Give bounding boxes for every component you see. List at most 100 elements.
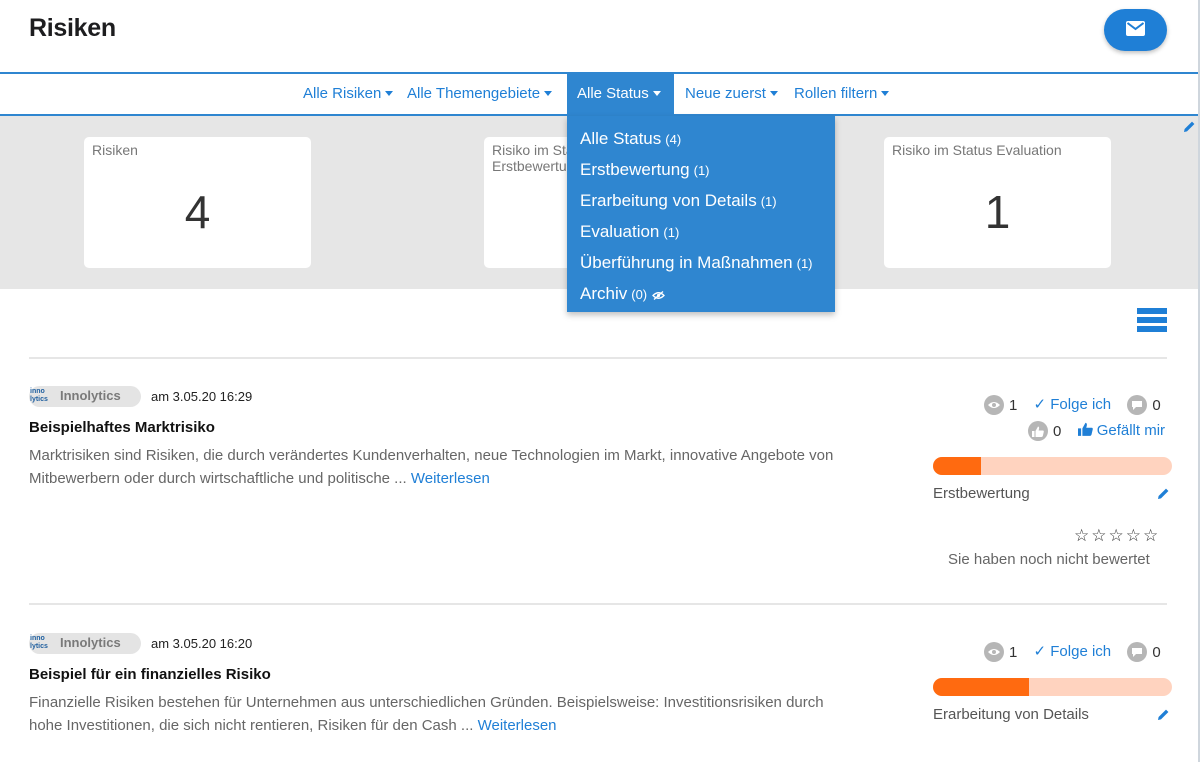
views-count: 1 <box>1009 643 1018 661</box>
stat-card-risiken: Risiken 4 <box>84 137 311 268</box>
rating-note: Sie haben noch nicht bewertet <box>948 551 1150 568</box>
follow-label: Folge ich <box>1050 643 1112 660</box>
filter-themengebiete[interactable]: Alle Themengebiete <box>407 74 553 114</box>
dropdown-item-count: (1) <box>693 163 710 178</box>
stat-value: 4 <box>184 186 211 238</box>
dropdown-item-label: Archiv <box>580 284 628 303</box>
list-bar <box>1137 317 1167 323</box>
mail-button[interactable] <box>1104 9 1167 51</box>
entry-likes-row: 0 Gefällt mir <box>1028 421 1165 443</box>
entry-stats-row: 1 ✓ Folge ich 0 <box>984 395 1161 417</box>
entry-stats-row: 1 ✓ Folge ich 0 <box>984 642 1161 664</box>
dropdown-item-count: (1) <box>663 225 680 240</box>
stat-value: 1 <box>984 186 1011 238</box>
entry-date: am 3.05.20 16:20 <box>151 636 253 651</box>
filter-bar: Alle Risiken Alle Themengebiete Alle Sta… <box>0 72 1198 116</box>
like-button[interactable]: Gefällt mir <box>1077 421 1166 439</box>
caret-down-icon <box>881 91 890 96</box>
author-name: Innolytics <box>60 635 121 650</box>
dropdown-item-count: (4) <box>665 132 682 147</box>
filter-sort[interactable]: Neue zuerst <box>685 74 778 114</box>
hidden-eye-icon <box>651 291 665 300</box>
author-tag[interactable]: inno lytics Innolytics <box>29 633 141 654</box>
page-title: Risiken <box>29 14 116 42</box>
filter-label: Rollen filtern <box>794 85 878 102</box>
filter-alle-risiken[interactable]: Alle Risiken <box>303 74 394 114</box>
thumbs-up-icon <box>1028 421 1048 441</box>
dropdown-item-alle-status[interactable]: Alle Status (4) <box>567 123 835 154</box>
author-tag[interactable]: inno lytics Innolytics <box>29 386 141 407</box>
checkmark-icon: ✓ <box>1033 396 1047 413</box>
risk-entry: inno lytics Innolytics am 3.05.20 16:29 … <box>0 386 1198 586</box>
entry-description: Marktrisiken sind Risiken, die durch ver… <box>29 444 859 490</box>
filter-status[interactable]: Alle Status <box>567 74 674 114</box>
stat-label: Risiken <box>92 142 138 158</box>
thumbs-up-icon <box>1077 422 1093 436</box>
filter-label: Alle Status <box>577 85 649 102</box>
progress-fill <box>933 457 981 475</box>
status-dropdown-menu: Alle Status (4) Erstbewertung (1) Erarbeit… <box>567 116 835 312</box>
caret-down-icon <box>385 91 394 96</box>
risk-entry: inno lytics Innolytics am 3.05.20 16:20 … <box>0 633 1198 762</box>
dropdown-item-label: Evaluation <box>580 222 660 241</box>
dropdown-item-count: (0) <box>631 287 648 302</box>
filter-label: Neue zuerst <box>685 85 766 102</box>
like-label: Gefällt mir <box>1096 421 1166 439</box>
entry-description: Finanzielle Risiken bestehen für Unterne… <box>29 691 859 737</box>
dropdown-item-evaluation[interactable]: Evaluation (1) <box>567 216 835 247</box>
dropdown-item-count: (1) <box>760 194 777 209</box>
dropdown-item-label: Erarbeitung von Details <box>580 191 757 210</box>
stat-card-evaluation: Risiko im Status Evaluation 1 <box>884 137 1111 268</box>
caret-down-icon <box>544 91 553 96</box>
rating-stars[interactable]: ☆☆☆☆☆ <box>1074 526 1160 546</box>
follow-label: Folge ich <box>1050 396 1112 413</box>
dropdown-item-ueberfuehrung[interactable]: Überführung in Maßnahmen (1) <box>567 247 835 278</box>
dropdown-item-erarbeitung[interactable]: Erarbeitung von Details (1) <box>567 185 835 216</box>
dropdown-item-count: (1) <box>796 256 813 271</box>
stat-label: Risiko im Status Evaluation <box>892 142 1062 158</box>
divider <box>29 603 1167 605</box>
pencil-icon[interactable] <box>1183 120 1196 138</box>
follow-button[interactable]: ✓ Folge ich <box>1034 396 1112 413</box>
divider <box>29 357 1167 359</box>
risiken-page: Risiken Alle Risiken Alle Themengebiete … <box>0 0 1200 762</box>
comments-count: 0 <box>1152 396 1161 414</box>
caret-down-icon <box>652 91 661 96</box>
progress-fill <box>933 678 1029 696</box>
comment-icon[interactable] <box>1127 642 1148 663</box>
pencil-icon[interactable] <box>1157 708 1170 726</box>
filter-label: Alle Risiken <box>303 85 382 102</box>
dropdown-item-label: Erstbewertung <box>580 160 690 179</box>
description-text: Finanzielle Risiken bestehen für Unterne… <box>29 694 824 734</box>
innolytics-logo: inno lytics <box>30 635 48 650</box>
eye-icon <box>984 642 1004 663</box>
dropdown-item-label: Alle Status <box>580 129 662 148</box>
status-label: Erarbeitung von Details <box>933 706 1089 723</box>
pencil-icon[interactable] <box>1157 487 1170 505</box>
read-more-link[interactable]: Weiterlesen <box>478 717 557 734</box>
filter-label: Alle Themengebiete <box>407 85 541 102</box>
dropdown-item-erstbewertung[interactable]: Erstbewertung (1) <box>567 154 835 185</box>
read-more-link[interactable]: Weiterlesen <box>411 470 490 487</box>
innolytics-logo: inno lytics <box>30 388 48 403</box>
list-bar <box>1137 308 1167 314</box>
eye-icon <box>984 395 1004 416</box>
filter-rollen[interactable]: Rollen filtern <box>794 74 890 114</box>
dropdown-item-archiv[interactable]: Archiv (0) <box>567 278 835 309</box>
likes-count: 0 <box>1053 422 1062 440</box>
entry-date: am 3.05.20 16:29 <box>151 389 253 404</box>
comment-icon[interactable] <box>1127 395 1148 416</box>
author-name: Innolytics <box>60 388 121 403</box>
checkmark-icon: ✓ <box>1033 643 1047 660</box>
follow-button[interactable]: ✓ Folge ich <box>1034 643 1112 660</box>
envelope-icon <box>1126 21 1145 36</box>
list-bar <box>1137 326 1167 332</box>
status-progress-bar <box>933 678 1172 696</box>
entry-title[interactable]: Beispiel für ein finanzielles Risiko <box>29 666 271 683</box>
comments-count: 0 <box>1152 643 1161 661</box>
status-progress-bar <box>933 457 1172 475</box>
views-count: 1 <box>1009 396 1018 414</box>
list-view-icon[interactable] <box>1137 308 1167 335</box>
entry-title[interactable]: Beispielhaftes Marktrisiko <box>29 419 215 436</box>
dropdown-item-label: Überführung in Maßnahmen <box>580 253 793 272</box>
